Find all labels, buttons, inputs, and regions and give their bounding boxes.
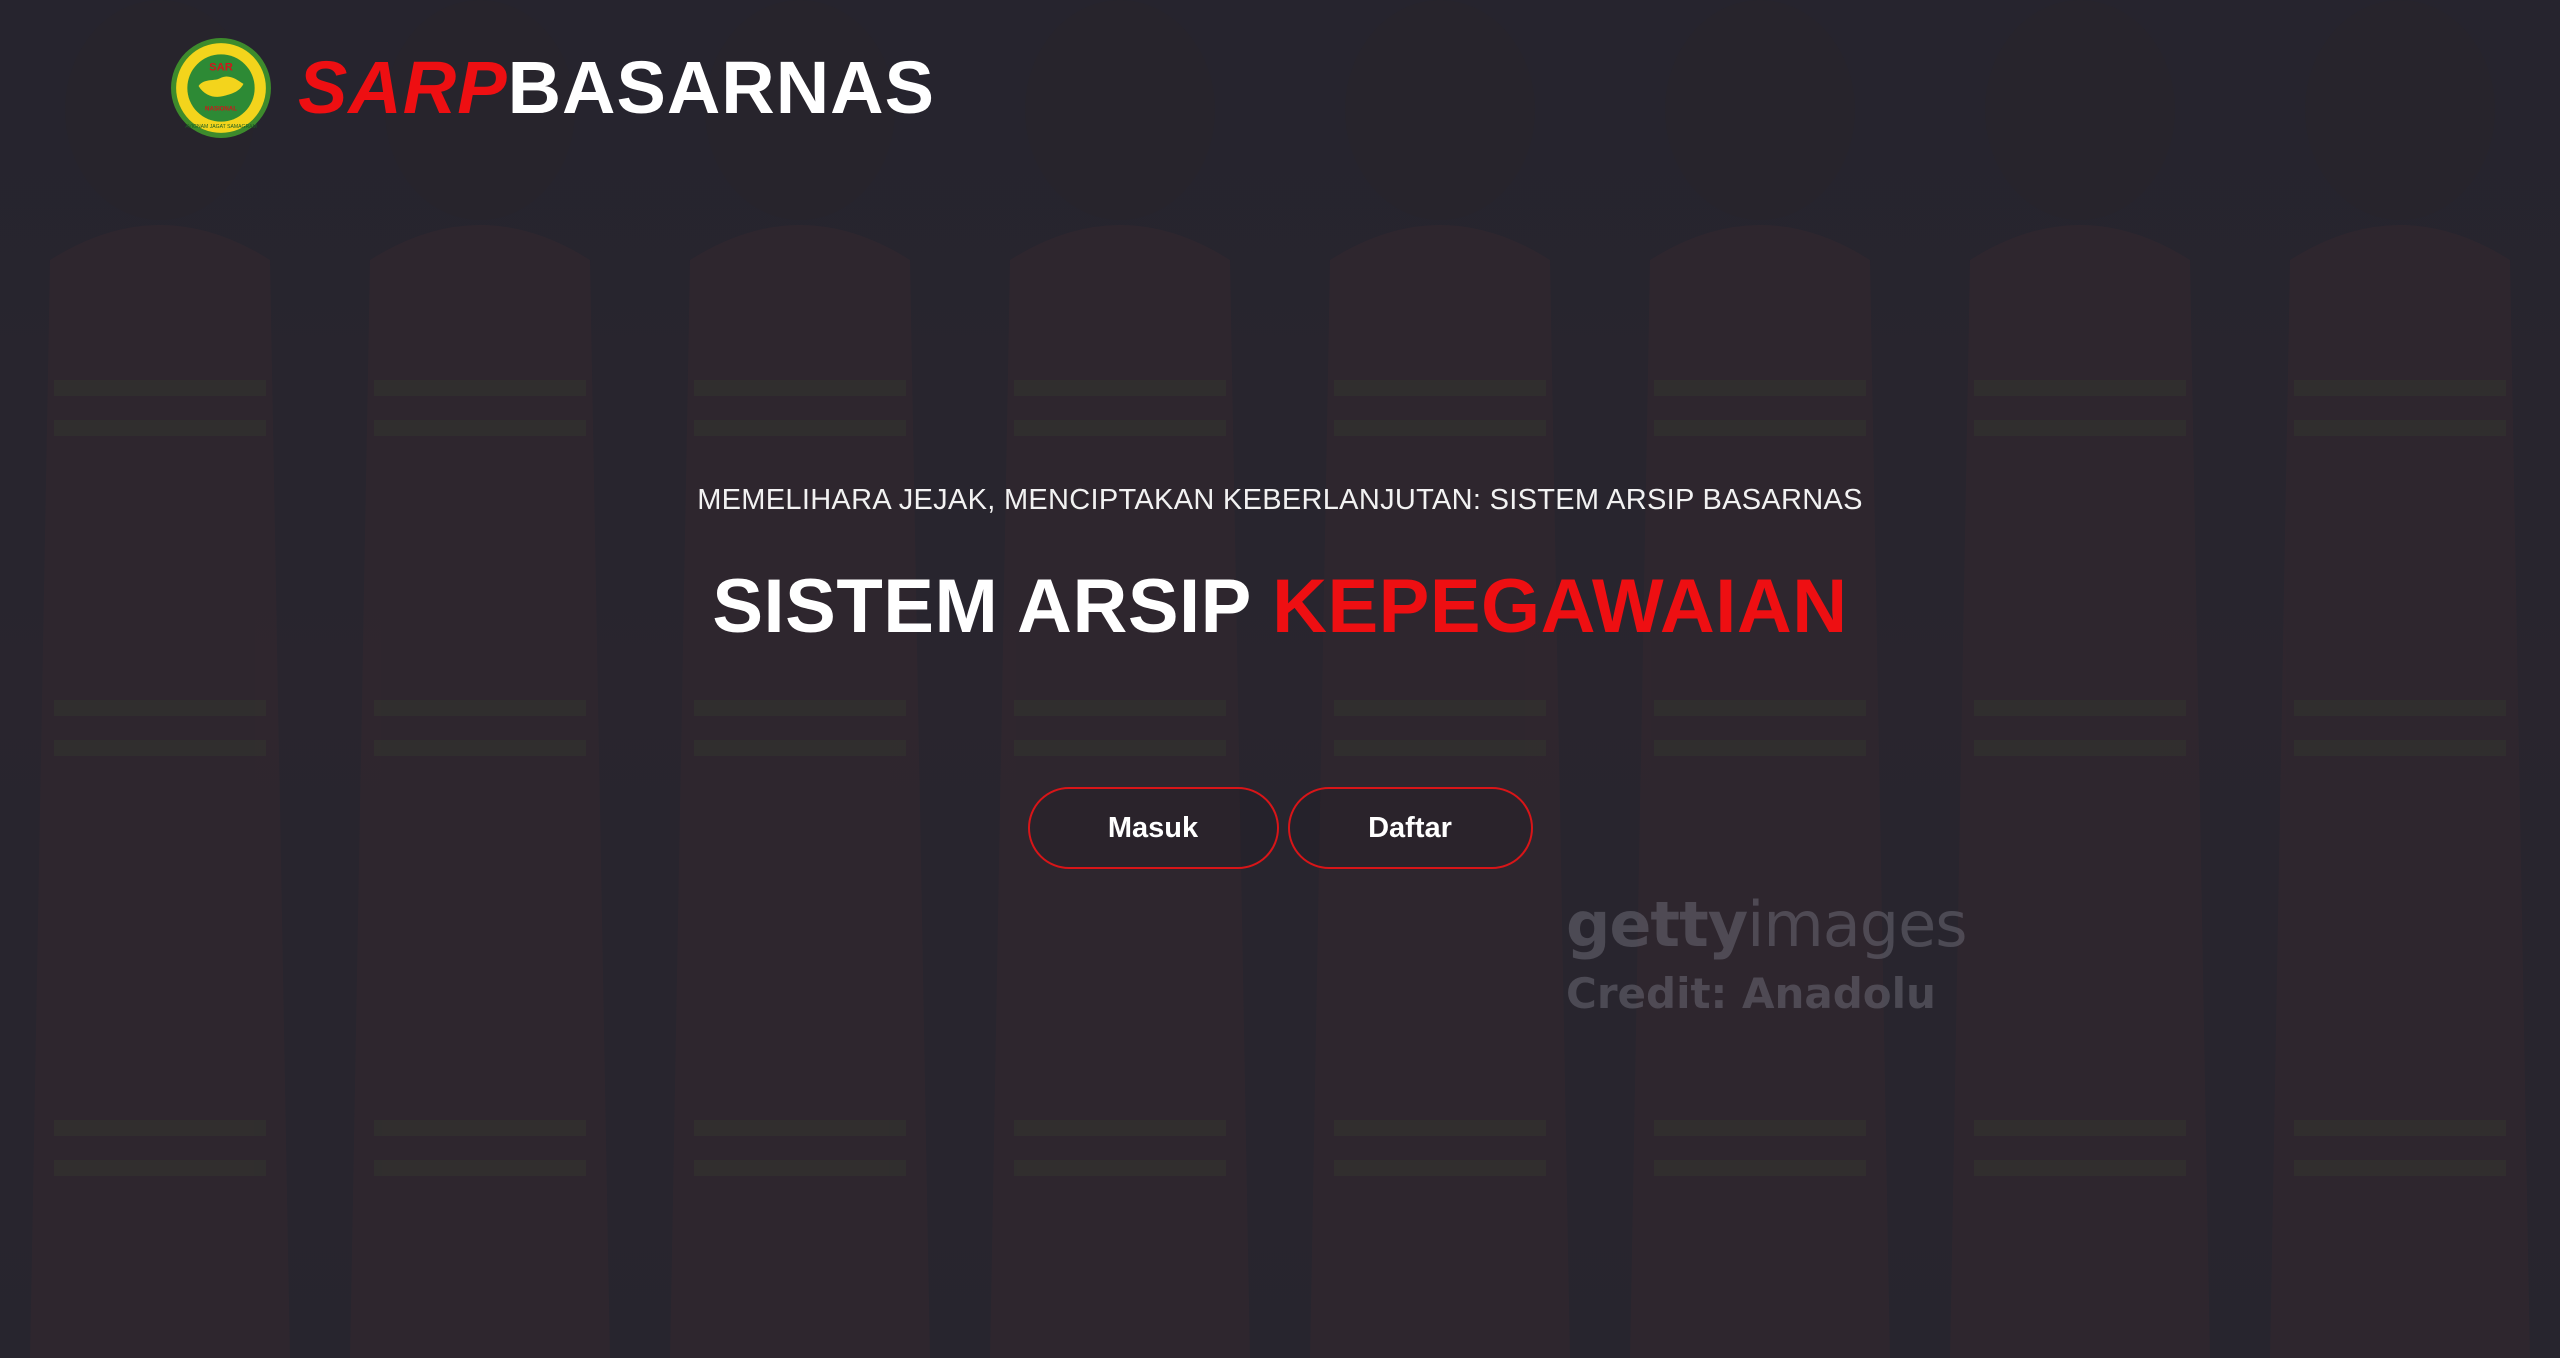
headline-red: KEPEGAWAIAN (1272, 564, 1848, 649)
logo-text-bottom: AVIGNAM JAGAT SAMAGRAM (185, 124, 257, 130)
hero-tagline: MEMELIHARA JEJAK, MENCIPTAKAN KEBERLANJU… (697, 484, 1863, 516)
register-button[interactable]: Daftar (1287, 787, 1533, 869)
headline-white: SISTEM ARSIP (712, 564, 1273, 649)
brand-name[interactable]: SARPBASARNAS (298, 51, 935, 125)
logo-text-top: SAR (209, 62, 233, 74)
hero-content: MEMELIHARA JEJAK, MENCIPTAKAN KEBERLANJU… (0, 484, 2560, 650)
getty-watermark: gettyimages Credit: Anadolu (1566, 888, 1968, 1018)
watermark-brand: gettyimages (1566, 888, 1968, 961)
brand-accent: SARP (298, 46, 508, 129)
hero-section: gettyimages Credit: Anadolu SAR NASIONAL… (0, 0, 2560, 1358)
watermark-credit: Credit: Anadolu (1566, 969, 1936, 1018)
hero-headline: SISTEM ARSIP KEPEGAWAIAN (0, 563, 2560, 650)
navbar: SAR NASIONAL AVIGNAM JAGAT SAMAGRAM SARP… (170, 36, 935, 140)
login-button[interactable]: Masuk (1027, 787, 1279, 869)
brand-rest: BASARNAS (507, 46, 935, 129)
basarnas-emblem-icon[interactable]: SAR NASIONAL AVIGNAM JAGAT SAMAGRAM (170, 37, 272, 139)
hero-actions: Masuk Daftar (0, 787, 2560, 869)
logo-text-mid: NASIONAL (205, 105, 237, 112)
dark-overlay (0, 0, 2560, 1358)
